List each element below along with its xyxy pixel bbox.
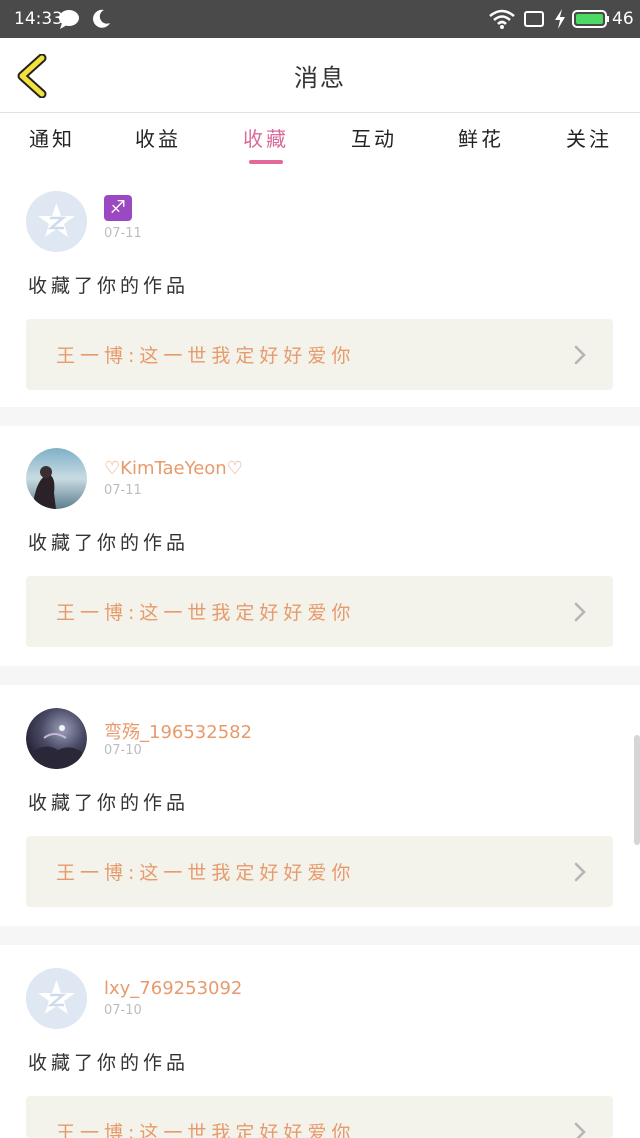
work-title: 王一博:这一世我定好好爱你	[56, 345, 356, 367]
work-title: 王一博:这一世我定好好爱你	[56, 602, 356, 624]
scrollbar[interactable]	[634, 735, 640, 845]
work-link[interactable]: 王一博:这一世我定好好爱你	[26, 836, 613, 907]
night-sky-photo-icon	[26, 708, 87, 769]
active-tab-indicator	[249, 160, 283, 164]
status-time: 14:33	[14, 9, 63, 29]
moon-icon	[93, 9, 110, 28]
chevron-right-icon	[574, 602, 586, 622]
message-card: ♐ 07-11 收藏了你的作品 王一博:这一世我定好好爱你	[0, 169, 640, 409]
app-header: 消息	[0, 38, 640, 113]
chevron-right-icon	[574, 862, 586, 882]
status-bar: 14:33 46	[0, 0, 640, 38]
tab-earnings[interactable]: 收益	[118, 123, 198, 152]
work-link[interactable]: 王一博:这一世我定好好爱你	[26, 576, 613, 647]
message-action: 收藏了你的作品	[28, 1052, 190, 1074]
card-separator	[0, 407, 640, 426]
signal-icon	[524, 11, 544, 27]
battery-level: 46	[612, 9, 634, 29]
tab-bar: 通知 收益 收藏 互动 鲜花 关注	[0, 113, 640, 169]
tab-favorites[interactable]: 收藏	[226, 123, 306, 152]
message-action: 收藏了你的作品	[28, 275, 190, 297]
default-avatar-icon	[26, 968, 87, 1029]
charging-icon	[555, 9, 565, 29]
avatar[interactable]	[26, 968, 87, 1029]
avatar[interactable]	[26, 708, 87, 769]
wifi-icon	[489, 9, 515, 29]
chevron-right-icon	[574, 1122, 586, 1138]
work-link[interactable]: 王一博:这一世我定好好爱你	[26, 1096, 613, 1138]
message-action: 收藏了你的作品	[28, 532, 190, 554]
username[interactable]: lxy_769253092	[104, 978, 242, 999]
username[interactable]: ♐	[104, 195, 132, 221]
battery-icon	[572, 10, 609, 28]
message-date: 07-11	[104, 226, 142, 241]
tab-notifications[interactable]: 通知	[12, 123, 92, 152]
tab-flowers[interactable]: 鲜花	[441, 123, 521, 152]
tab-interactions[interactable]: 互动	[334, 123, 414, 152]
username[interactable]: ♡KimTaeYeon♡	[104, 458, 243, 479]
work-link[interactable]: 王一博:这一世我定好好爱你	[26, 319, 613, 390]
avatar[interactable]	[26, 191, 87, 252]
work-title: 王一博:这一世我定好好爱你	[56, 862, 356, 884]
page-title: 消息	[294, 64, 346, 92]
message-date: 07-10	[104, 1003, 142, 1018]
message-action: 收藏了你的作品	[28, 792, 190, 814]
chevron-right-icon	[574, 345, 586, 365]
chat-bubble-icon	[59, 10, 79, 29]
tab-follows[interactable]: 关注	[549, 123, 629, 152]
avatar[interactable]	[26, 448, 87, 509]
work-title: 王一博:这一世我定好好爱你	[56, 1122, 356, 1138]
message-card: ♡KimTaeYeon♡ 07-11 收藏了你的作品 王一博:这一世我定好好爱你	[0, 426, 640, 666]
default-avatar-icon	[26, 191, 87, 252]
card-separator	[0, 926, 640, 945]
card-separator	[0, 666, 640, 685]
message-date: 07-11	[104, 483, 142, 498]
message-date: 07-10	[104, 743, 142, 758]
username[interactable]: 弯殇_196532582	[104, 718, 252, 744]
profile-photo-icon	[26, 448, 87, 509]
message-card: 弯殇_196532582 07-10 收藏了你的作品 王一博:这一世我定好好爱你	[0, 686, 640, 926]
message-card: lxy_769253092 07-10 收藏了你的作品 王一博:这一世我定好好爱…	[0, 946, 640, 1138]
